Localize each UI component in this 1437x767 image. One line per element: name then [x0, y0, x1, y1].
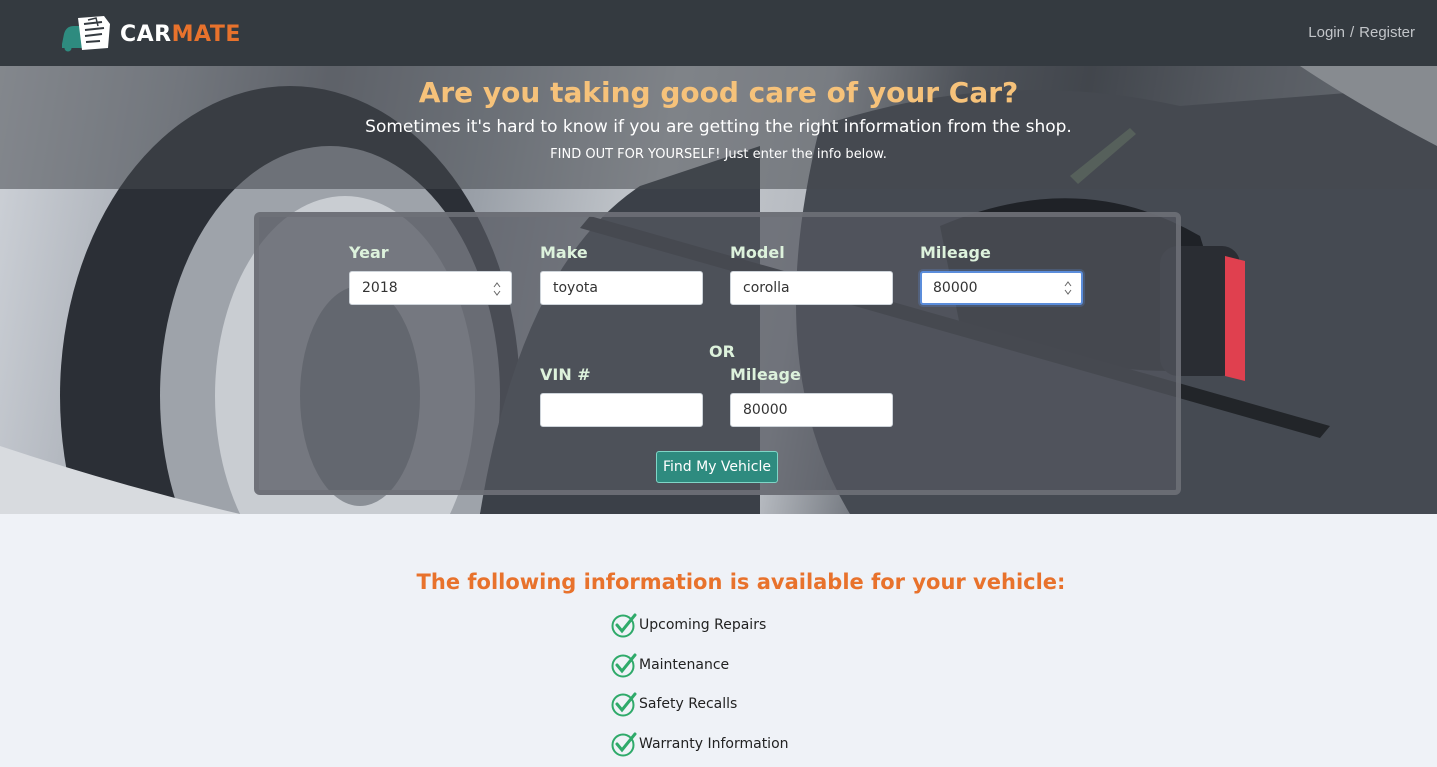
feature-item-upcoming-repairs: Upcoming Repairs	[611, 612, 911, 652]
model-value: corolla	[743, 280, 790, 296]
hero-title: Are you taking good care of your Car?	[418, 76, 1019, 109]
login-link[interactable]: Login	[1308, 24, 1345, 41]
vin-mileage-label: Mileage	[730, 365, 801, 384]
year-label: Year	[349, 243, 389, 262]
make-value: toyota	[553, 280, 598, 296]
find-my-vehicle-button[interactable]: Find My Vehicle	[656, 451, 778, 483]
year-value: 2018	[362, 280, 398, 296]
feature-label: Safety Recalls	[639, 696, 738, 712]
register-link[interactable]: Register	[1359, 24, 1415, 41]
year-spinner-icon[interactable]	[493, 282, 501, 296]
mileage-spinner-icon[interactable]	[1064, 281, 1072, 295]
mileage-label: Mileage	[920, 243, 991, 262]
year-input[interactable]: 2018	[349, 271, 512, 305]
hero-section: Are you taking good care of your Car? So…	[0, 66, 1437, 514]
info-section-title: The following information is available f…	[416, 570, 1066, 594]
feature-item-maintenance: Maintenance	[611, 652, 911, 692]
hero-header-overlay: Are you taking good care of your Car? So…	[0, 66, 1437, 189]
check-icon	[611, 732, 637, 756]
navbar: CARMATE Login / Register	[0, 0, 1437, 66]
vehicle-search-form: Year 2018 Make toyota Model corolla Mile…	[254, 212, 1181, 495]
feature-list: Upcoming Repairs Maintenance Safety Reca…	[611, 612, 911, 767]
feature-item-safety-recalls: Safety Recalls	[611, 691, 911, 731]
vin-mileage-value: 80000	[743, 402, 788, 418]
brand-name: CARMATE	[120, 21, 241, 47]
nav-separator: /	[1349, 24, 1355, 41]
feature-item-warranty-information: Warranty Information	[611, 731, 911, 767]
mileage-input[interactable]: 80000	[920, 271, 1083, 305]
make-label: Make	[540, 243, 588, 262]
feature-label: Warranty Information	[639, 735, 789, 752]
or-divider: OR	[709, 342, 735, 361]
feature-label: Maintenance	[639, 656, 730, 673]
model-label: Model	[730, 243, 785, 262]
car-mechanic-logo-icon	[62, 16, 110, 52]
mileage-value: 80000	[933, 280, 978, 296]
check-icon	[611, 613, 637, 638]
nav-auth-links: Login / Register	[1308, 24, 1415, 41]
check-icon	[611, 653, 637, 677]
brand-logo-link[interactable]: CARMATE	[58, 14, 241, 54]
vin-input[interactable]	[540, 393, 703, 427]
feature-label: Upcoming Repairs	[639, 617, 767, 633]
vin-label: VIN #	[540, 365, 591, 384]
model-input[interactable]: corolla	[730, 271, 893, 305]
vin-mileage-input[interactable]: 80000	[730, 393, 893, 427]
hero-tagline: FIND OUT FOR YOURSELF! Just enter the in…	[550, 147, 887, 162]
hero-subtitle: Sometimes it's hard to know if you are g…	[365, 117, 1072, 137]
make-input[interactable]: toyota	[540, 271, 703, 305]
check-icon	[611, 692, 637, 717]
